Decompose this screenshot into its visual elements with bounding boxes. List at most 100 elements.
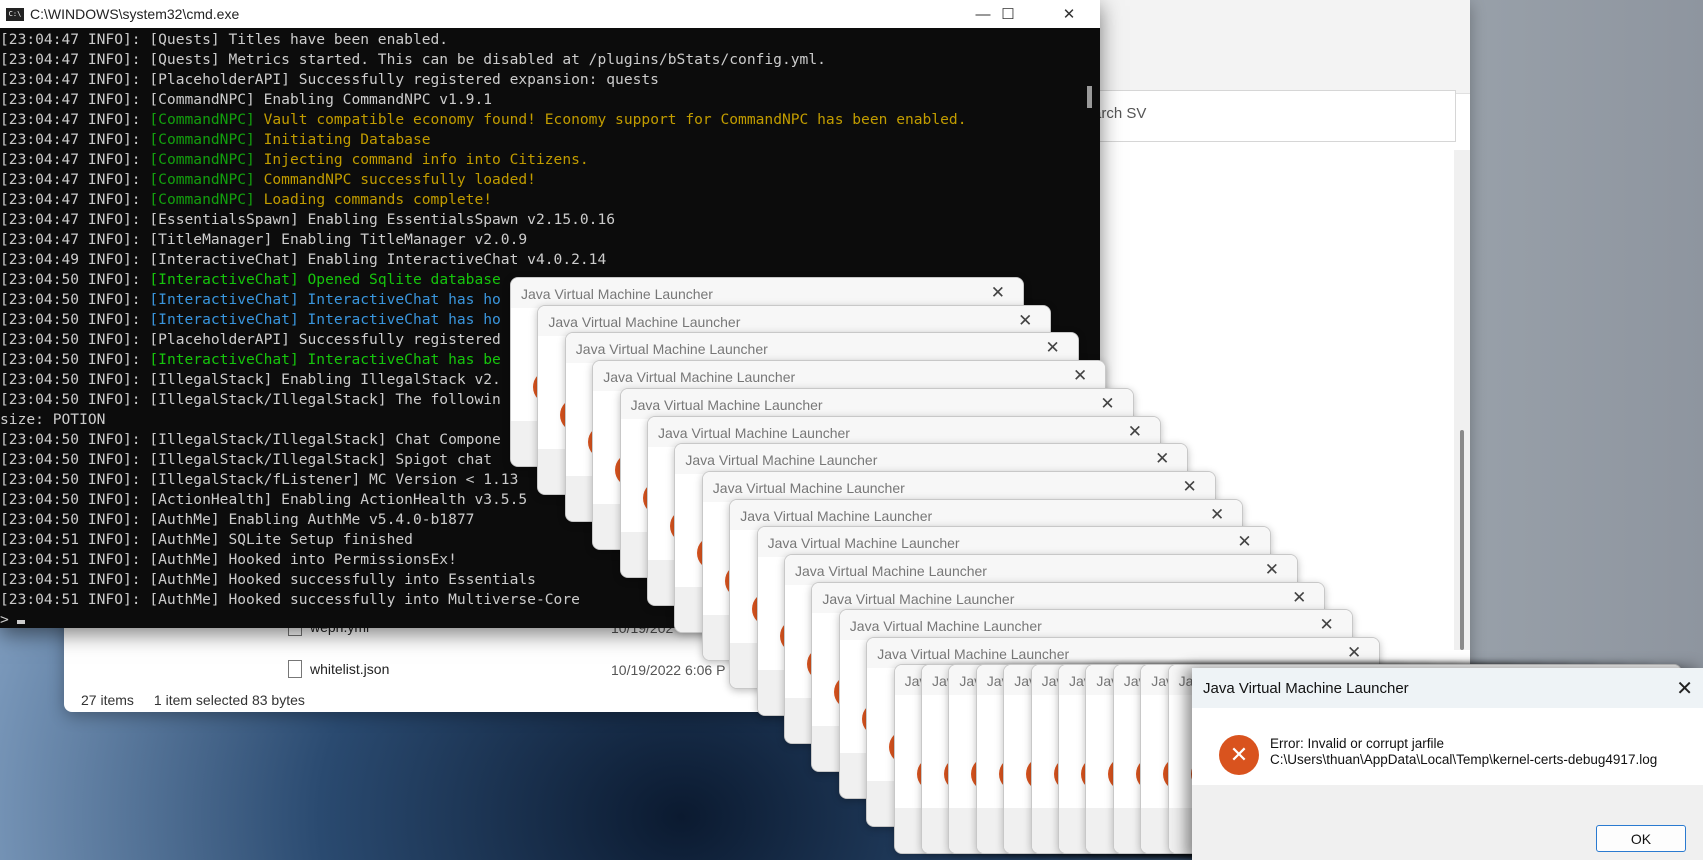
- close-button[interactable]: ✕: [1073, 366, 1087, 386]
- close-button[interactable]: ✕: [1265, 560, 1279, 580]
- close-button[interactable]: ✕: [1183, 477, 1197, 497]
- dialog-title: Java Virtual Machine Launcher: [685, 452, 878, 469]
- cursor: [16, 620, 25, 624]
- console-text: [CommandNPC]: [149, 171, 255, 188]
- selection-info: 1 item selected 83 bytes: [153, 692, 305, 708]
- console-text: [23:04:50 INFO]:: [0, 311, 150, 328]
- error-path: C:\Users\thuan\AppData\Local\Temp\kernel…: [1270, 752, 1658, 767]
- dialog-title-bar[interactable]: Java Virtual Machine Launcher ✕: [538, 305, 1051, 336]
- console-text: [InteractiveChat] InteractiveChat has ho: [149, 311, 501, 328]
- console-line: [23:04:47 INFO]: [CommandNPC] Enabling C…: [0, 90, 1080, 110]
- dialog-title: Java Virtual Machine Launcher: [712, 479, 905, 496]
- console-text: [23:04:50 INFO]: [AuthMe] Enabling AuthM…: [0, 511, 475, 528]
- console-text: [23:04:47 INFO]: [PlaceholderAPI] Succes…: [0, 71, 659, 88]
- console-text: [23:04:47 INFO]: [EssentialsSpawn] Enabl…: [0, 211, 616, 228]
- item-count: 27 items: [81, 692, 134, 708]
- dialog-title: Java Virtual Machine Launcher: [822, 590, 1015, 607]
- console-text: size: POTION: [0, 411, 106, 428]
- close-button[interactable]: ✕: [1018, 311, 1032, 331]
- close-button[interactable]: ✕: [1100, 394, 1114, 414]
- close-button[interactable]: ✕: [1676, 676, 1693, 701]
- maximize-button[interactable]: ☐: [985, 0, 1031, 28]
- console-text: [23:04:50 INFO]: [PlaceholderAPI] Succes…: [0, 331, 501, 348]
- close-button[interactable]: ✕: [1237, 532, 1251, 552]
- jvm-error-dialog: Java Virtual Machine Launcher ✕ ✕ Error:…: [1192, 668, 1703, 860]
- dialog-title-bar[interactable]: Java Virtual Machine Launcher ✕: [648, 416, 1160, 447]
- console-text: [23:04:51 INFO]: [AuthMe] Hooked success…: [0, 571, 536, 588]
- dialog-title-bar[interactable]: Java Virtual Machine Launcher ✕: [702, 471, 1215, 502]
- console-text: [23:04:47 INFO]:: [0, 191, 150, 208]
- console-text: [23:04:49 INFO]: [InteractiveChat] Enabl…: [0, 251, 607, 268]
- dialog-title-bar[interactable]: Java Virtual Machine Launcher ✕: [730, 499, 1243, 530]
- close-button[interactable]: ✕: [1347, 643, 1361, 663]
- close-button[interactable]: ✕: [1320, 615, 1334, 635]
- dialog-title-bar[interactable]: Java Virtual Machine Launcher ✕: [1192, 668, 1703, 708]
- console-text: [InteractiveChat] InteractiveChat has ho: [149, 291, 501, 308]
- dialog-title-bar[interactable]: Java Virtual Machine Launcher ✕: [620, 388, 1133, 419]
- ok-button[interactable]: OK: [1596, 825, 1686, 852]
- console-text: Initiating Database: [254, 131, 431, 148]
- cmd-title-bar[interactable]: C:\ C:\WINDOWS\system32\cmd.exe — ☐ ✕: [0, 0, 1100, 28]
- console-text: [23:04:51 INFO]: [AuthMe] Hooked into Pe…: [0, 551, 457, 568]
- console-line: [23:04:47 INFO]: [CommandNPC] Initiating…: [0, 130, 1080, 150]
- console-text: [CommandNPC]: [149, 111, 255, 128]
- console-text: [23:04:50 INFO]: [IllegalStack/fListener…: [0, 471, 519, 488]
- console-text: [CommandNPC]: [149, 191, 255, 208]
- console-text: [23:04:50 INFO]: [ActionHealth] Enabling…: [0, 491, 528, 508]
- console-text: [23:04:47 INFO]:: [0, 131, 150, 148]
- dialog-title: Java Virtual Machine Launcher: [849, 618, 1042, 635]
- window-title: C:\WINDOWS\system32\cmd.exe: [30, 6, 240, 22]
- file-date: 10/19/2022 6:06 P: [611, 662, 726, 678]
- dialog-title: Java Virtual Machine Launcher: [630, 396, 823, 413]
- dialog-title-bar[interactable]: Java Virtual Machine Launcher ✕: [565, 333, 1078, 364]
- dialog-title: Java Virtual Machine Launcher: [740, 507, 933, 524]
- console-text: [23:04:47 INFO]: [TitleManager] Enabling…: [0, 231, 528, 248]
- dialog-title-bar[interactable]: Java Virtual Machine Launcher ✕: [675, 444, 1188, 475]
- console-text: [23:04:47 INFO]: [Quests] Metrics starte…: [0, 51, 826, 68]
- close-button[interactable]: ✕: [1210, 505, 1224, 525]
- error-line: Error: Invalid or corrupt jarfile: [1270, 736, 1445, 751]
- console-text: [23:04:51 INFO]: [AuthMe] SQLite Setup f…: [0, 531, 413, 548]
- dialog-title-bar[interactable]: Java Virtual Machine Launcher ✕: [812, 582, 1325, 613]
- close-button[interactable]: ✕: [1046, 338, 1060, 358]
- console-line: [23:04:47 INFO]: [CommandNPC] Vault comp…: [0, 110, 1080, 130]
- console-line: [23:04:49 INFO]: [InteractiveChat] Enabl…: [0, 250, 1080, 270]
- console-line: [23:04:47 INFO]: [CommandNPC] Injecting …: [0, 150, 1080, 170]
- console-line: [23:04:47 INFO]: [Quests] Titles have be…: [0, 30, 1080, 50]
- console-line: [23:04:47 INFO]: [CommandNPC] CommandNPC…: [0, 170, 1080, 190]
- console-text: Injecting command info into Citizens.: [254, 151, 589, 168]
- dialog-title: Java Virtual Machine Launcher: [658, 424, 850, 441]
- file-icon: [288, 660, 302, 678]
- dialog-title-bar[interactable]: Java Virtual Machine Launcher ✕: [757, 527, 1270, 558]
- scroll-thumb[interactable]: [1087, 86, 1092, 108]
- search-input[interactable]: arch SV: [1064, 90, 1456, 142]
- dialog-title: Java Virtual Machine Launcher: [795, 563, 987, 579]
- file-row[interactable]: whitelist.json: [288, 660, 389, 678]
- explorer-scrollbar[interactable]: [1454, 150, 1470, 650]
- dialog-title-bar[interactable]: Java Virtual Machine Launcher ✕: [839, 610, 1352, 641]
- close-button[interactable]: ✕: [991, 283, 1005, 303]
- dialog-title: Java Virtual Machine Launcher: [548, 313, 741, 330]
- close-button[interactable]: ✕: [1155, 449, 1169, 469]
- dialog-title-bar[interactable]: Java Virtual Machine Launcher ✕: [511, 278, 1023, 308]
- close-button[interactable]: ✕: [1046, 0, 1092, 28]
- dialog-title-bar[interactable]: Java Virtual Machine Launcher ✕: [593, 361, 1106, 392]
- console-line: [23:04:47 INFO]: [TitleManager] Enabling…: [0, 230, 1080, 250]
- console-text: [23:04:47 INFO]:: [0, 111, 150, 128]
- console-text: [23:04:50 INFO]: [IllegalStack/IllegalSt…: [0, 391, 501, 408]
- console-text: [23:04:51 INFO]: [AuthMe] Hooked success…: [0, 591, 580, 608]
- console-text: [InteractiveChat] Opened Sqlite database: [149, 271, 501, 288]
- dialog-title-bar[interactable]: Java Virtual Machine Launcher ✕: [785, 555, 1297, 585]
- console-line: [23:04:47 INFO]: [PlaceholderAPI] Succes…: [0, 70, 1080, 90]
- scroll-thumb[interactable]: [1460, 430, 1464, 650]
- console-text: [23:04:50 INFO]: [IllegalStack] Enabling…: [0, 371, 501, 388]
- cmd-icon: C:\: [6, 7, 24, 21]
- dialog-title: Java Virtual Machine Launcher: [603, 369, 796, 386]
- console-text: Loading commands complete!: [254, 191, 493, 208]
- dialog-footer: OK: [1192, 785, 1703, 860]
- console-text: [23:04:47 INFO]:: [0, 171, 150, 188]
- close-button[interactable]: ✕: [1292, 588, 1306, 608]
- console-text: [23:04:50 INFO]: [IllegalStack/IllegalSt…: [0, 451, 493, 468]
- close-button[interactable]: ✕: [1128, 422, 1142, 442]
- dialog-title: Java Virtual Machine Launcher: [1203, 680, 1409, 697]
